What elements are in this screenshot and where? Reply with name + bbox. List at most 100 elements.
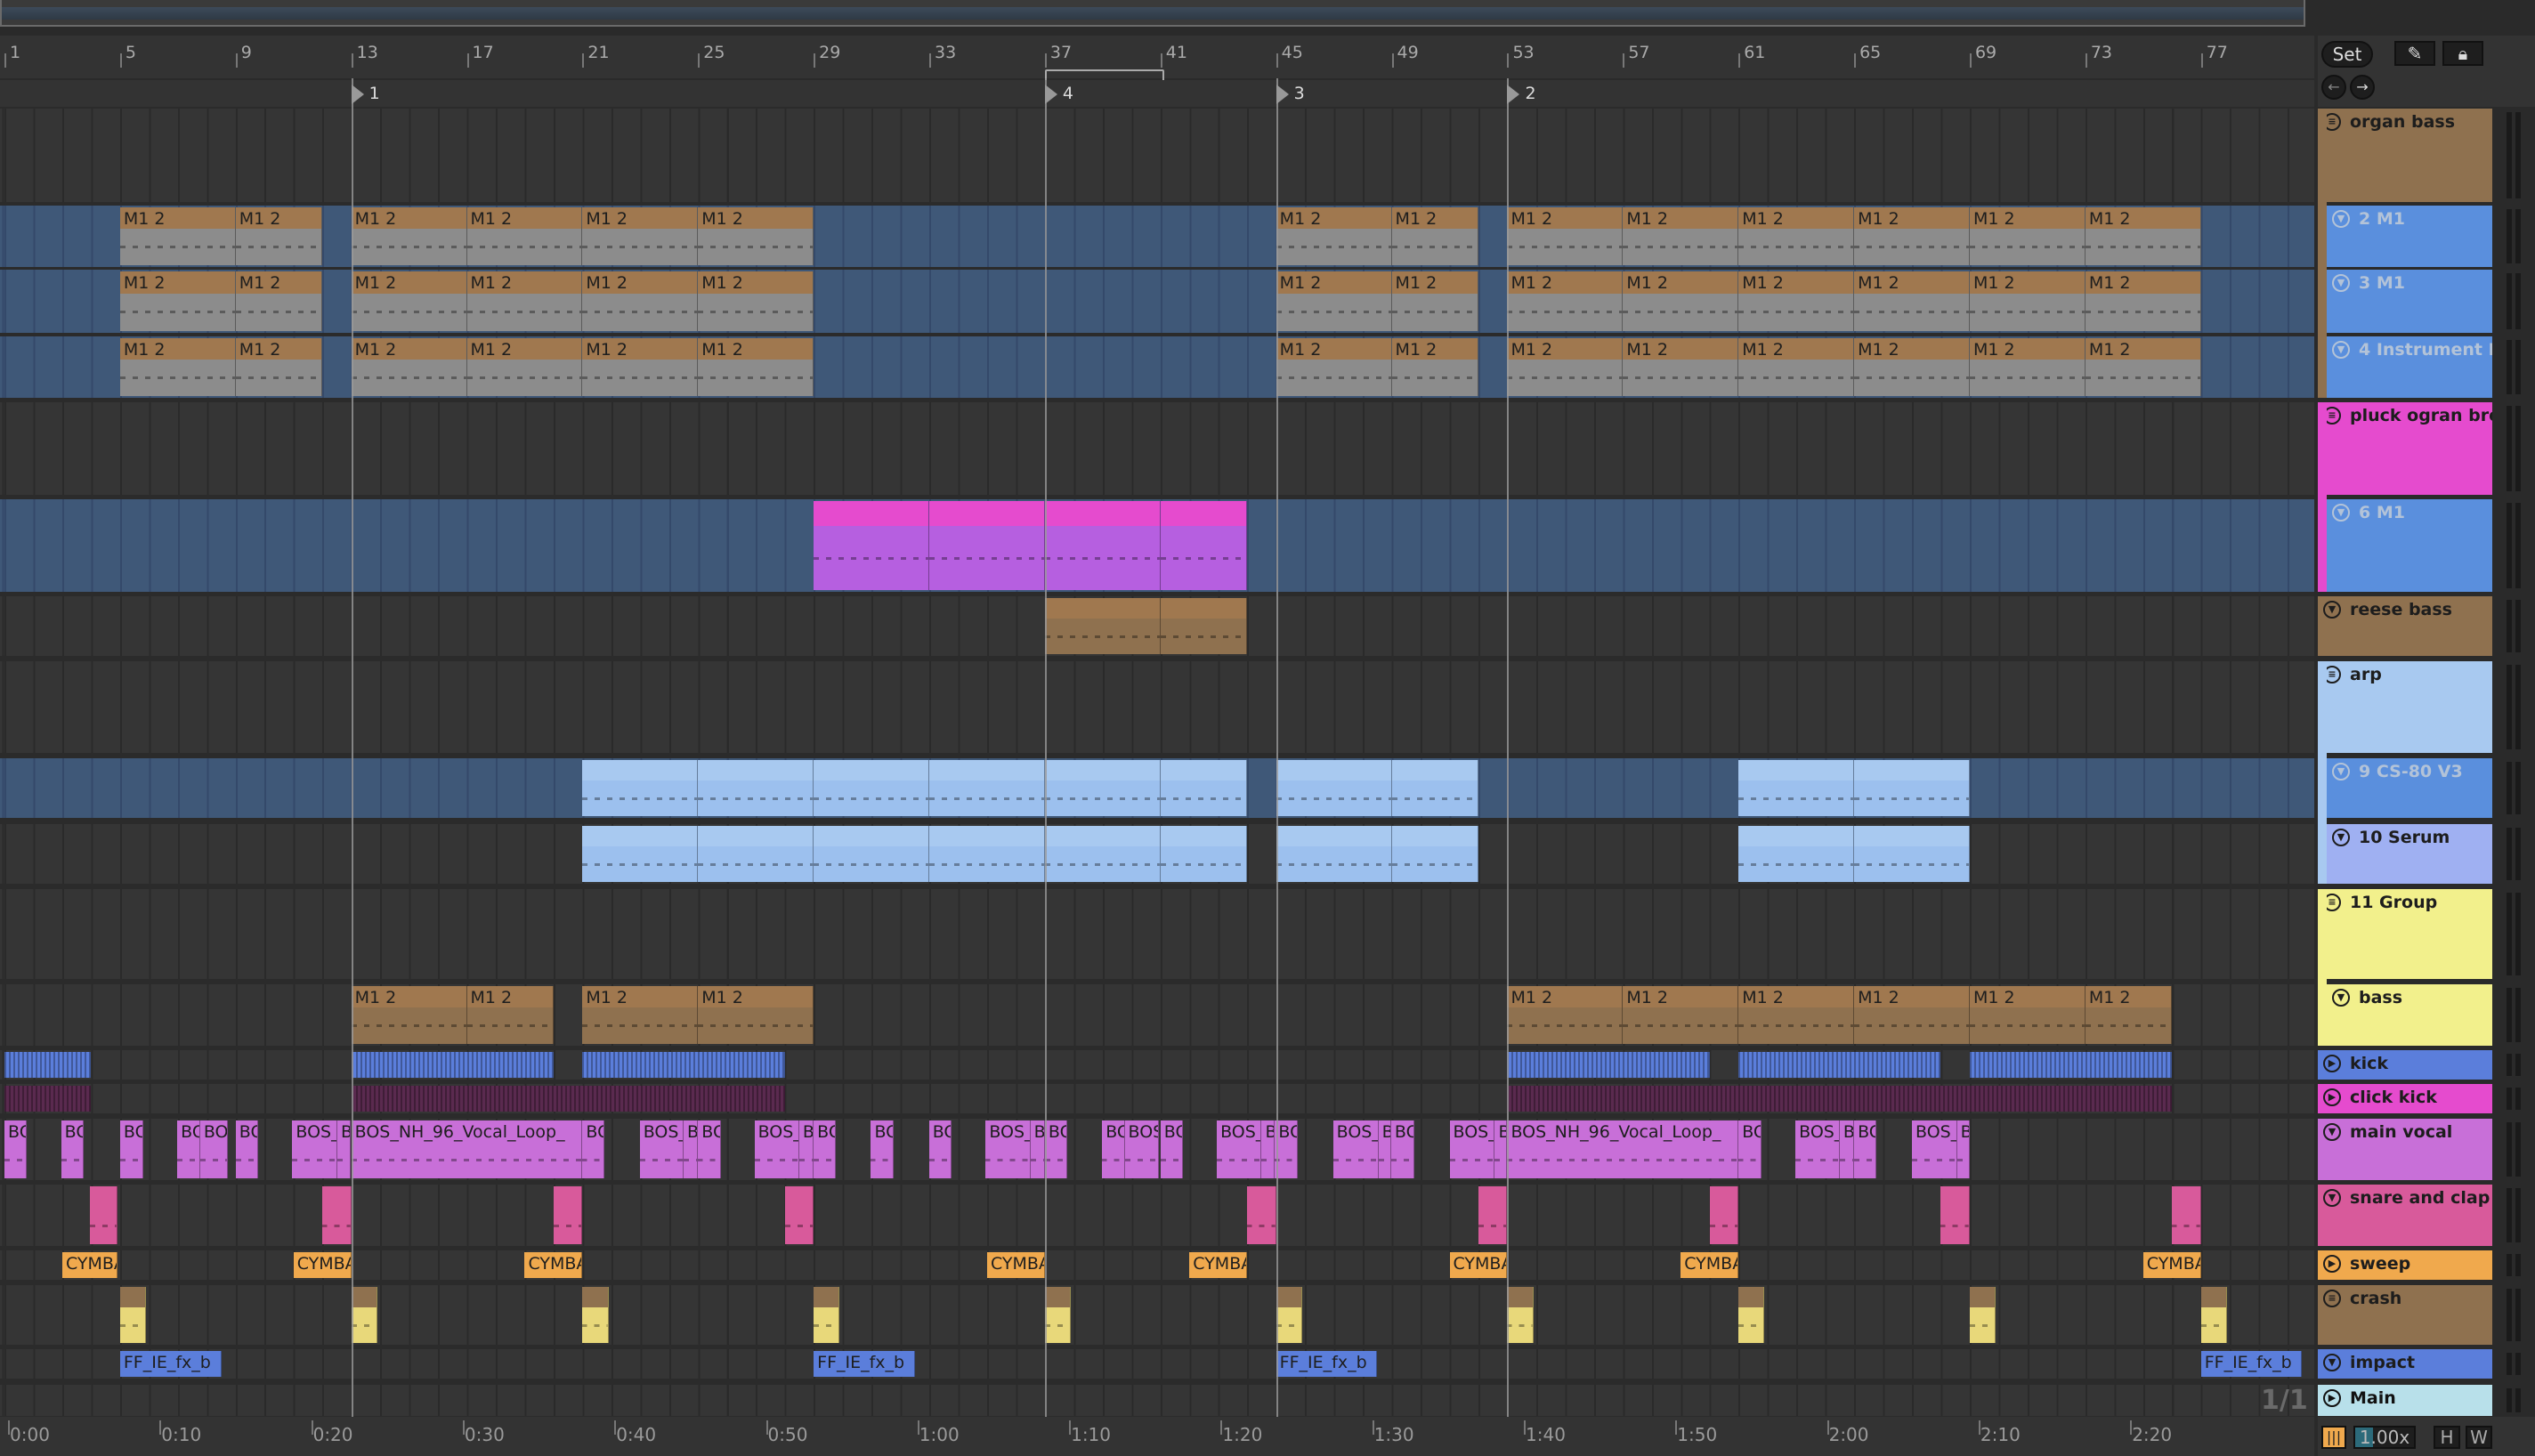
locator-marker[interactable]: 1 xyxy=(351,84,380,104)
clip[interactable] xyxy=(1160,760,1248,816)
clip[interactable]: FF_IE_fx_b xyxy=(119,1351,222,1377)
clip[interactable]: M1 2 xyxy=(1738,271,1855,331)
tempo-follow-input[interactable]: 1.00x xyxy=(2353,1426,2416,1449)
clip[interactable] xyxy=(698,826,814,882)
lock-icon[interactable]: 🔒︎ xyxy=(2442,41,2483,66)
clip[interactable]: M1 2 xyxy=(582,271,699,331)
clip[interactable]: BOS_ xyxy=(337,1120,351,1178)
clip[interactable]: M1 2 xyxy=(582,986,699,1044)
clip[interactable] xyxy=(1276,760,1392,816)
clip[interactable]: M1 2 xyxy=(1276,207,1392,265)
fold-triangle-icon[interactable]: ▼ xyxy=(2332,763,2350,781)
clip[interactable] xyxy=(1738,1052,1941,1078)
clip[interactable]: M1 2 xyxy=(698,207,814,265)
clip[interactable]: M1 2 xyxy=(1391,338,1478,396)
clip[interactable] xyxy=(1247,1186,1276,1244)
clip[interactable]: M1 2 xyxy=(1391,271,1478,331)
clip[interactable] xyxy=(1044,826,1161,882)
clip[interactable] xyxy=(2172,1186,2201,1244)
arrangement-overview[interactable] xyxy=(0,0,2305,27)
clip[interactable] xyxy=(351,1052,554,1078)
clip[interactable]: BOS_ xyxy=(684,1120,699,1178)
track-header[interactable]: ▼ 6 M1 xyxy=(2327,499,2492,592)
track-header[interactable]: ▼ 9 CS-80 V3 xyxy=(2327,758,2492,818)
clip[interactable]: M1 2 xyxy=(235,271,323,331)
time-ruler[interactable]: 0:00 0:10 0:20 0:30 0:40 0:50 1:00 1:10 1:20 1:30… xyxy=(0,1417,2314,1456)
clip[interactable]: M1 2 xyxy=(1854,986,1970,1044)
clip[interactable] xyxy=(90,1186,117,1244)
track-header[interactable]: ≡ crash xyxy=(2318,1285,2492,1345)
clip[interactable]: BOS_ xyxy=(871,1120,894,1178)
clip[interactable]: BOS_ xyxy=(199,1120,228,1178)
clip[interactable] xyxy=(1044,598,1161,654)
clip[interactable] xyxy=(1276,826,1392,882)
clip[interactable] xyxy=(4,1086,92,1112)
track-header[interactable]: ▼ 10 Serum xyxy=(2327,824,2492,884)
clip[interactable]: BOS_ xyxy=(119,1120,144,1178)
clip[interactable]: CYMBA xyxy=(1681,1252,1739,1278)
clip[interactable] xyxy=(1507,1287,1534,1343)
track-header[interactable]: ▶ sweep xyxy=(2318,1250,2492,1280)
clip[interactable]: M1 2 xyxy=(1623,271,1739,331)
track-lane[interactable] xyxy=(0,1050,2314,1080)
clip[interactable] xyxy=(1738,1287,1765,1343)
clip[interactable]: M1 2 xyxy=(1969,338,2086,396)
clip[interactable]: M1 2 xyxy=(351,338,467,396)
clip[interactable] xyxy=(929,826,1045,882)
clip[interactable]: M1 2 xyxy=(235,207,323,265)
clip[interactable] xyxy=(1391,760,1478,816)
clip[interactable] xyxy=(1738,760,1855,816)
fold-triangle-icon[interactable]: ▼ xyxy=(2332,341,2350,359)
clip[interactable] xyxy=(582,760,699,816)
clip[interactable]: M1 2 xyxy=(582,338,699,396)
clip[interactable]: BOS_ xyxy=(177,1120,200,1178)
track-header[interactable]: ▼ snare and clap xyxy=(2318,1185,2492,1246)
clip[interactable] xyxy=(784,1186,814,1244)
play-icon[interactable]: ▶ xyxy=(2323,1255,2341,1273)
clip[interactable]: BOS_ xyxy=(1332,1120,1379,1178)
track-header[interactable]: ▼ bass xyxy=(2327,984,2492,1046)
locator-lane[interactable]: 1 4 3 2 xyxy=(0,80,2314,107)
h-button[interactable]: H xyxy=(2434,1426,2460,1449)
track-header[interactable]: ▶ Main xyxy=(2318,1385,2492,1416)
clip[interactable]: M1 2 xyxy=(1623,338,1739,396)
track-header[interactable]: ≡ organ bass xyxy=(2318,109,2492,202)
clip[interactable]: BOS_ xyxy=(814,1120,837,1178)
track-lane[interactable] xyxy=(0,1385,2314,1416)
clip[interactable]: BOS_ xyxy=(928,1120,952,1178)
clip[interactable]: M1 2 xyxy=(119,207,236,265)
track-lane[interactable] xyxy=(0,889,2314,979)
clip[interactable]: BOS_ xyxy=(754,1120,799,1178)
fold-triangle-icon[interactable]: ▼ xyxy=(2332,210,2350,228)
clip[interactable] xyxy=(814,501,930,590)
track-header[interactable]: ▼ 2 M1 xyxy=(2327,206,2492,267)
clip[interactable] xyxy=(1160,826,1248,882)
clip[interactable]: M1 2 xyxy=(1738,207,1855,265)
clip[interactable]: M1 2 xyxy=(1276,338,1392,396)
clip[interactable] xyxy=(929,501,1045,590)
clip[interactable]: M1 2 xyxy=(698,338,814,396)
clip[interactable] xyxy=(1969,1287,1996,1343)
clip[interactable]: BOS_ xyxy=(798,1120,814,1178)
tempo-follow-icon[interactable]: ||| xyxy=(2321,1426,2346,1449)
clip[interactable]: BOS_ xyxy=(1912,1120,1957,1178)
clip[interactable]: CYMBA xyxy=(986,1252,1045,1278)
clip[interactable]: M1 2 xyxy=(1969,207,2086,265)
clip[interactable] xyxy=(1854,760,1970,816)
track-lane[interactable] xyxy=(0,109,2314,202)
fold-triangle-icon[interactable]: ▼ xyxy=(2332,989,2350,1007)
clip[interactable]: M1 2 xyxy=(1276,271,1392,331)
play-icon[interactable]: ▶ xyxy=(2323,1088,2341,1106)
clip[interactable]: M1 2 xyxy=(119,271,236,331)
clip[interactable]: M1 2 xyxy=(582,207,699,265)
clip[interactable]: BOS_ xyxy=(4,1120,28,1178)
clip[interactable] xyxy=(1276,1287,1302,1343)
clip[interactable]: M1 2 xyxy=(2085,338,2201,396)
clip[interactable]: M1 2 xyxy=(466,338,583,396)
clip[interactable]: CYMBA xyxy=(2142,1252,2201,1278)
fold-triangle-icon[interactable]: ▼ xyxy=(2323,601,2341,619)
overview-viewport[interactable] xyxy=(2,7,2304,20)
clip[interactable] xyxy=(1160,598,1248,654)
group-fold-icon[interactable]: ≡ xyxy=(2323,1290,2341,1307)
clip[interactable]: BOS_ xyxy=(639,1120,684,1178)
